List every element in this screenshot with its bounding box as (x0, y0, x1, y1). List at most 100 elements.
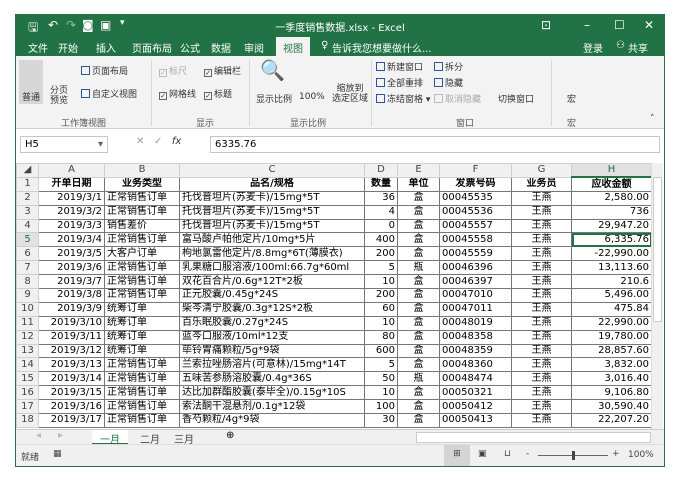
type-cell[interactable]: 销售差价 (104, 218, 180, 234)
qty-cell[interactable]: 10 (364, 274, 398, 290)
invoice-cell[interactable]: 00045557 (439, 218, 512, 234)
split-button[interactable]: 拆分 (434, 60, 463, 73)
unit-cell[interactable]: 盒 (397, 232, 440, 248)
invoice-cell[interactable]: 00050412 (439, 399, 512, 415)
invoice-cell[interactable]: 00050321 (439, 385, 512, 401)
freeze-panes-button[interactable]: 冻结窗格 ▾ (376, 92, 430, 105)
row-header[interactable]: 13 (16, 343, 39, 359)
select-all[interactable]: ◢ (16, 163, 39, 178)
row-header[interactable]: 2 (16, 190, 39, 206)
type-cell[interactable]: 统筹订单 (104, 301, 180, 317)
qty-cell[interactable]: 200 (364, 288, 398, 303)
column-header-G[interactable]: G (511, 163, 572, 178)
unit-cell[interactable]: 盒 (397, 288, 440, 303)
qty-cell[interactable]: 100 (364, 399, 398, 415)
type-cell[interactable]: 统筹订单 (104, 329, 180, 345)
macro-record-icon[interactable]: ▦ (53, 449, 62, 459)
invoice-cell[interactable]: 00048360 (439, 357, 512, 373)
invoice-cell[interactable]: 00050413 (439, 413, 512, 428)
date-cell[interactable]: 2019/3/3 (38, 218, 105, 234)
minimize-icon[interactable]: – (584, 18, 590, 32)
tab-home[interactable]: 开始 (58, 40, 78, 55)
invoice-cell[interactable]: 00045559 (439, 246, 512, 262)
page-break-preview-button[interactable]: 分页 预览 (50, 86, 74, 106)
close-icon[interactable]: ✕ (644, 18, 654, 32)
page-layout-view-icon[interactable]: ▣ (478, 449, 487, 459)
type-cell[interactable]: 正常销售订单 (104, 413, 180, 428)
qty-cell[interactable]: 60 (364, 301, 398, 317)
salesperson-cell[interactable]: 王燕 (511, 315, 572, 331)
invoice-cell[interactable]: 00045558 (439, 232, 512, 248)
salesperson-cell[interactable]: 王燕 (511, 260, 572, 276)
invoice-cell[interactable]: 00046396 (439, 260, 512, 276)
amount-cell[interactable]: 22,207.20 (571, 413, 652, 428)
invoice-cell[interactable]: 00047010 (439, 288, 512, 303)
amount-cell[interactable]: 2,580.00 (571, 190, 652, 206)
qty-cell[interactable]: 36 (364, 190, 398, 206)
qty-cell[interactable]: 0 (364, 218, 398, 234)
next-sheet-icon[interactable]: ▸ (58, 430, 63, 441)
salesperson-cell[interactable]: 王燕 (511, 343, 572, 359)
salesperson-cell[interactable]: 王燕 (511, 274, 572, 290)
unit-cell[interactable]: 盒 (397, 329, 440, 345)
date-cell[interactable]: 2019/3/4 (38, 232, 105, 248)
invoice-cell[interactable]: 00048358 (439, 329, 512, 345)
tab-insert[interactable]: 插入 (96, 40, 116, 55)
amount-cell[interactable]: 22,990.00 (571, 315, 652, 331)
qty-cell[interactable]: 10 (364, 385, 398, 401)
row-header[interactable]: 14 (16, 357, 39, 373)
switch-windows-button[interactable]: 切换窗口 (498, 92, 534, 105)
qty-cell[interactable]: 30 (364, 413, 398, 428)
type-cell[interactable]: 正常销售订单 (104, 371, 180, 387)
tab-review[interactable]: 审阅 (244, 40, 264, 55)
column-header-F[interactable]: F (439, 163, 512, 178)
column-title[interactable]: 应收金额 (571, 176, 652, 192)
column-header-E[interactable]: E (397, 163, 440, 178)
row-header[interactable]: 7 (16, 260, 39, 276)
column-header-B[interactable]: B (104, 163, 180, 178)
zoom-slider-thumb[interactable] (572, 451, 575, 460)
add-sheet-icon[interactable]: ⊕ (226, 430, 234, 441)
macros-button[interactable]: 宏 (567, 92, 576, 105)
row-header[interactable]: 12 (16, 329, 39, 345)
unit-cell[interactable]: 盒 (397, 218, 440, 234)
type-cell[interactable]: 正常销售订单 (104, 385, 180, 401)
date-cell[interactable]: 2019/3/11 (38, 329, 105, 345)
invoice-cell[interactable]: 00048474 (439, 371, 512, 387)
amount-cell[interactable]: 6,335.76 (571, 232, 652, 248)
date-cell[interactable]: 2019/3/9 (38, 301, 105, 317)
amount-cell[interactable]: 3,016.40 (571, 371, 652, 387)
product-cell[interactable]: 富马酸卢帕他定片/10mg*5片 (179, 232, 365, 248)
formula-input[interactable]: 6335.76 (210, 136, 660, 153)
arrange-all-button[interactable]: 全部重排 (376, 76, 423, 89)
salesperson-cell[interactable]: 王燕 (511, 246, 572, 262)
column-title[interactable]: 数量 (364, 176, 398, 192)
vertical-scrollbar[interactable] (651, 163, 663, 429)
product-cell[interactable]: 枸地氯雷他定片/8.8mg*6T(薄膜衣) (179, 246, 365, 262)
tab-page-layout[interactable]: 页面布局 (132, 40, 172, 55)
product-cell[interactable]: 百乐眠胶囊/0.27g*24S (179, 315, 365, 331)
date-cell[interactable]: 2019/3/13 (38, 357, 105, 373)
salesperson-cell[interactable]: 王燕 (511, 288, 572, 303)
salesperson-cell[interactable]: 王燕 (511, 204, 572, 220)
amount-cell[interactable]: -22,990.00 (571, 246, 652, 262)
row-header[interactable]: 3 (16, 204, 39, 220)
tab-view[interactable]: 视图 (276, 37, 310, 56)
unit-cell[interactable]: 瓶 (397, 371, 440, 387)
unhide-button[interactable]: 取消隐藏 (434, 92, 481, 105)
date-cell[interactable]: 2019/3/15 (38, 385, 105, 401)
product-cell[interactable]: 托伐普坦片(苏麦卡)/15mg*5T (179, 218, 365, 234)
salesperson-cell[interactable]: 王燕 (511, 329, 572, 345)
column-header-H[interactable]: H (571, 163, 652, 179)
column-title[interactable]: 开单日期 (38, 176, 105, 192)
product-cell[interactable]: 托伐普坦片(苏麦卡)/15mg*5T (179, 204, 365, 220)
row-header[interactable]: 4 (16, 218, 39, 234)
normal-view-icon[interactable]: ⊞ (444, 445, 470, 466)
type-cell[interactable]: 正常销售订单 (104, 190, 180, 206)
column-title[interactable]: 单位 (397, 176, 440, 192)
page-break-view-icon[interactable]: ⊔ (504, 449, 511, 459)
qty-cell[interactable]: 80 (364, 329, 398, 345)
date-cell[interactable]: 2019/3/2 (38, 204, 105, 220)
zoom-slider[interactable] (538, 451, 608, 460)
amount-cell[interactable]: 28,857.60 (571, 343, 652, 359)
